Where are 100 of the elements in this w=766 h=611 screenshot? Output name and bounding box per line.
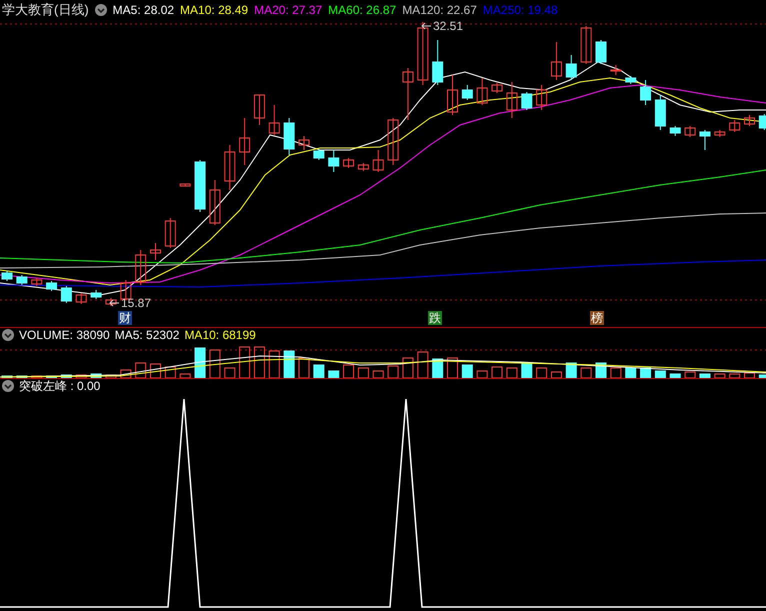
volume-bar bbox=[16, 376, 28, 378]
candlestick bbox=[536, 84, 548, 110]
candlestick bbox=[744, 114, 755, 126]
candlestick bbox=[566, 54, 577, 80]
candlestick bbox=[432, 40, 444, 86]
volume-bar bbox=[758, 374, 766, 378]
price-label: 32.51 bbox=[433, 19, 464, 33]
volume-bar bbox=[506, 368, 518, 378]
candlestick bbox=[654, 94, 666, 130]
volume-bar bbox=[462, 364, 473, 378]
candlestick bbox=[164, 218, 176, 248]
volume-bar bbox=[239, 346, 250, 378]
chevron-icon[interactable] bbox=[94, 4, 107, 16]
volume-bar bbox=[610, 368, 622, 378]
volume-bar bbox=[343, 364, 354, 378]
candlestick bbox=[372, 150, 384, 172]
event-marker[interactable]: 财 bbox=[118, 311, 132, 325]
ma-legend: MA120: 22.67 bbox=[402, 3, 477, 17]
candlestick bbox=[343, 158, 354, 168]
candlestick bbox=[596, 40, 606, 64]
candlestick bbox=[209, 180, 220, 226]
candlestick bbox=[580, 26, 592, 64]
candlestick bbox=[120, 280, 132, 300]
volume-legend: VOLUME: 38090 bbox=[19, 328, 110, 342]
volume-bar bbox=[150, 364, 161, 378]
volume-bar bbox=[105, 374, 116, 378]
volume-bar bbox=[670, 374, 681, 378]
candlestick bbox=[224, 144, 236, 190]
volume-bar bbox=[417, 352, 428, 378]
volume-bar bbox=[699, 374, 710, 378]
volume-bar bbox=[209, 350, 220, 378]
candlestick bbox=[60, 286, 72, 304]
candlestick bbox=[31, 278, 42, 286]
volume-bar bbox=[31, 376, 42, 378]
arrow-icon bbox=[108, 299, 120, 307]
candlestick bbox=[2, 270, 12, 282]
chevron-icon[interactable] bbox=[2, 380, 14, 392]
volume-bar bbox=[729, 374, 740, 378]
candlestick bbox=[268, 104, 280, 136]
candlestick bbox=[358, 162, 369, 172]
candlestick bbox=[625, 76, 636, 84]
candlestick bbox=[714, 130, 726, 138]
arrow-icon bbox=[420, 22, 432, 30]
event-marker[interactable]: 榜 bbox=[590, 311, 604, 325]
volume-bar bbox=[120, 370, 132, 378]
volume-bar bbox=[224, 368, 236, 378]
volume-bar bbox=[254, 346, 265, 378]
volume-bar bbox=[268, 350, 280, 378]
candlestick bbox=[90, 290, 102, 300]
candlestick bbox=[670, 126, 681, 136]
volume-bar bbox=[372, 370, 384, 378]
candlestick bbox=[328, 150, 340, 172]
volume-bar bbox=[194, 348, 206, 378]
ma-legend: MA20: 27.37 bbox=[254, 3, 322, 17]
candlestick bbox=[447, 74, 458, 116]
volume-bar bbox=[2, 376, 12, 378]
volume-bar bbox=[580, 368, 592, 378]
candlestick bbox=[180, 184, 191, 186]
volume-bar bbox=[164, 366, 176, 378]
candlestick bbox=[640, 80, 652, 106]
volume-bar bbox=[566, 362, 577, 378]
candlestick bbox=[492, 82, 503, 94]
ma-legend: MA10: 28.49 bbox=[180, 3, 248, 17]
candlestick bbox=[388, 118, 399, 166]
candlestick bbox=[610, 64, 622, 76]
volume-legend: MA5: 52302 bbox=[114, 328, 180, 342]
volume-bar bbox=[90, 374, 102, 378]
candlestick bbox=[46, 280, 58, 292]
candlestick bbox=[105, 298, 116, 306]
chevron-icon[interactable] bbox=[2, 329, 14, 341]
event-marker[interactable]: 跌 bbox=[428, 311, 442, 325]
volume-bar bbox=[46, 376, 58, 378]
volume-bar bbox=[684, 372, 696, 378]
candlestick bbox=[150, 242, 161, 260]
candlestick bbox=[16, 274, 28, 286]
volume-bar bbox=[180, 374, 191, 378]
window-title: 学大教育(日线) bbox=[2, 1, 89, 19]
volume-bar bbox=[358, 368, 369, 378]
candlestick bbox=[402, 68, 414, 120]
volume-bar bbox=[550, 372, 562, 378]
ma-legend: MA5: 28.02 bbox=[112, 3, 174, 17]
candlestick bbox=[550, 42, 562, 80]
candlestick bbox=[729, 120, 740, 132]
volume-bar bbox=[76, 374, 87, 378]
indicator-legend: 突破左峰 : 0.00 bbox=[19, 378, 100, 394]
volume-bar bbox=[521, 362, 532, 378]
volume-bar bbox=[447, 358, 458, 378]
volume-bar bbox=[402, 358, 414, 378]
volume-bar bbox=[640, 368, 652, 378]
volume-bar bbox=[313, 364, 324, 378]
volume-bar bbox=[328, 370, 340, 378]
candlestick bbox=[239, 118, 250, 166]
candlestick bbox=[506, 82, 518, 118]
volume-bar bbox=[476, 370, 488, 378]
volume-bar bbox=[60, 374, 72, 378]
volume-bar bbox=[432, 358, 444, 378]
candlestick bbox=[194, 160, 206, 212]
price-label: 15.87 bbox=[121, 296, 152, 310]
volume-bar bbox=[744, 372, 755, 378]
volume-bar bbox=[536, 368, 548, 378]
